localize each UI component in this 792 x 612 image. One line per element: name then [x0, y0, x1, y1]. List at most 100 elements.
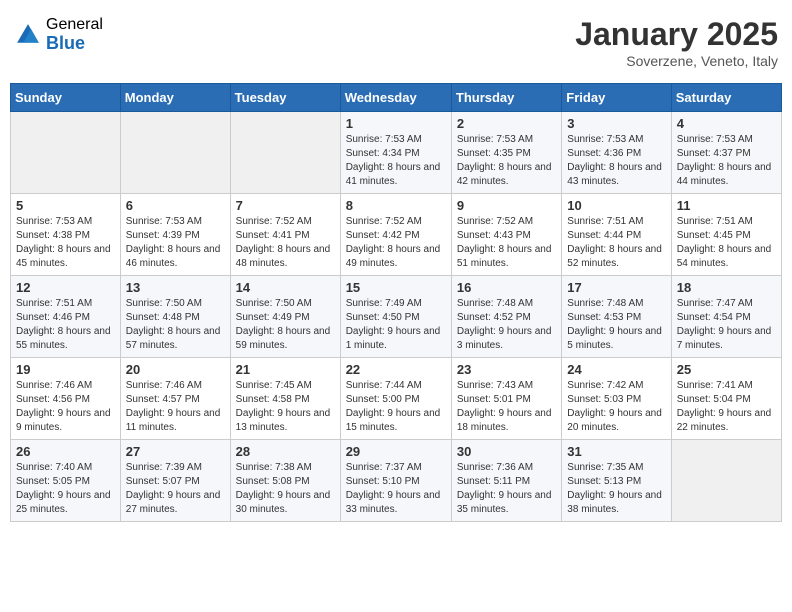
calendar-cell: 14 Sunrise: 7:50 AM Sunset: 4:49 PM Dayli…	[230, 276, 340, 358]
calendar-cell: 11 Sunrise: 7:51 AM Sunset: 4:45 PM Dayli…	[671, 194, 781, 276]
calendar-header: SundayMondayTuesdayWednesdayThursdayFrid…	[11, 84, 782, 112]
day-info: Sunrise: 7:39 AM Sunset: 5:07 PM Dayligh…	[126, 461, 225, 517]
day-number: 9	[457, 198, 556, 213]
location: Soverzene, Veneto, Italy	[575, 53, 778, 69]
day-number: 6	[126, 198, 225, 213]
day-number: 2	[457, 116, 556, 131]
day-info: Sunrise: 7:50 AM Sunset: 4:48 PM Dayligh…	[126, 297, 225, 353]
day-number: 11	[677, 198, 776, 213]
calendar-cell: 17 Sunrise: 7:48 AM Sunset: 4:53 PM Dayli…	[562, 276, 671, 358]
day-number: 8	[346, 198, 446, 213]
calendar-cell: 26Sunrise: 7:40 AM Sunset: 5:05 PM Dayli…	[11, 440, 121, 522]
day-number: 17	[567, 280, 665, 295]
calendar-cell: 24 Sunrise: 7:42 AM Sunset: 5:03 PM Dayli…	[562, 358, 671, 440]
day-number: 19	[16, 362, 115, 377]
logo: General Blue	[14, 16, 103, 53]
day-number: 12	[16, 280, 115, 295]
calendar-cell: 15 Sunrise: 7:49 AM Sunset: 4:50 PM Dayli…	[340, 276, 451, 358]
day-number: 14	[236, 280, 335, 295]
day-info: Sunrise: 7:46 AM Sunset: 4:57 PM Dayligh…	[126, 379, 225, 435]
day-number: 1	[346, 116, 446, 131]
weekday-header: Friday	[562, 84, 671, 112]
logo-blue: Blue	[46, 34, 103, 54]
day-info: Sunrise: 7:42 AM Sunset: 5:03 PM Dayligh…	[567, 379, 665, 435]
calendar-cell: 2 Sunrise: 7:53 AM Sunset: 4:35 PM Daylig…	[451, 112, 561, 194]
day-info: Sunrise: 7:53 AM Sunset: 4:37 PM Dayligh…	[677, 133, 776, 189]
calendar-cell: 13 Sunrise: 7:50 AM Sunset: 4:48 PM Dayli…	[120, 276, 230, 358]
calendar-cell: 8 Sunrise: 7:52 AM Sunset: 4:42 PM Daylig…	[340, 194, 451, 276]
logo-general: General	[46, 16, 103, 34]
day-info: Sunrise: 7:43 AM Sunset: 5:01 PM Dayligh…	[457, 379, 556, 435]
day-number: 15	[346, 280, 446, 295]
calendar-cell	[671, 440, 781, 522]
day-info: Sunrise: 7:49 AM Sunset: 4:50 PM Dayligh…	[346, 297, 446, 353]
day-number: 21	[236, 362, 335, 377]
calendar-cell: 20 Sunrise: 7:46 AM Sunset: 4:57 PM Dayli…	[120, 358, 230, 440]
day-number: 23	[457, 362, 556, 377]
day-number: 27	[126, 444, 225, 459]
day-number: 29	[346, 444, 446, 459]
day-info: Sunrise: 7:52 AM Sunset: 4:43 PM Dayligh…	[457, 215, 556, 271]
day-info: Sunrise: 7:48 AM Sunset: 4:52 PM Dayligh…	[457, 297, 556, 353]
day-info: Sunrise: 7:38 AM Sunset: 5:08 PM Dayligh…	[236, 461, 335, 517]
day-number: 25	[677, 362, 776, 377]
calendar-cell: 1 Sunrise: 7:53 AM Sunset: 4:34 PM Daylig…	[340, 112, 451, 194]
month-title: January 2025	[575, 16, 778, 53]
calendar-cell: 10 Sunrise: 7:51 AM Sunset: 4:44 PM Dayli…	[562, 194, 671, 276]
calendar-cell: 12Sunrise: 7:51 AM Sunset: 4:46 PM Dayli…	[11, 276, 121, 358]
day-info: Sunrise: 7:35 AM Sunset: 5:13 PM Dayligh…	[567, 461, 665, 517]
day-number: 31	[567, 444, 665, 459]
day-info: Sunrise: 7:40 AM Sunset: 5:05 PM Dayligh…	[16, 461, 115, 517]
calendar-cell: 27 Sunrise: 7:39 AM Sunset: 5:07 PM Dayli…	[120, 440, 230, 522]
calendar-cell	[230, 112, 340, 194]
day-number: 16	[457, 280, 556, 295]
day-number: 18	[677, 280, 776, 295]
logo-icon	[14, 21, 42, 49]
calendar-cell: 5 Sunrise: 7:53 AM Sunset: 4:38 PM Daylig…	[11, 194, 121, 276]
calendar-week-row: 12Sunrise: 7:51 AM Sunset: 4:46 PM Dayli…	[11, 276, 782, 358]
day-number: 3	[567, 116, 665, 131]
title-section: January 2025 Soverzene, Veneto, Italy	[575, 16, 778, 69]
day-info: Sunrise: 7:53 AM Sunset: 4:34 PM Dayligh…	[346, 133, 446, 189]
logo-text: General Blue	[46, 16, 103, 53]
day-number: 10	[567, 198, 665, 213]
day-info: Sunrise: 7:51 AM Sunset: 4:45 PM Dayligh…	[677, 215, 776, 271]
calendar-week-row: 1 Sunrise: 7:53 AM Sunset: 4:34 PM Daylig…	[11, 112, 782, 194]
day-number: 5	[16, 198, 115, 213]
day-info: Sunrise: 7:46 AM Sunset: 4:56 PM Dayligh…	[16, 379, 115, 435]
day-info: Sunrise: 7:53 AM Sunset: 4:38 PM Dayligh…	[16, 215, 115, 271]
calendar-cell: 9 Sunrise: 7:52 AM Sunset: 4:43 PM Daylig…	[451, 194, 561, 276]
day-number: 7	[236, 198, 335, 213]
day-info: Sunrise: 7:48 AM Sunset: 4:53 PM Dayligh…	[567, 297, 665, 353]
weekday-header: Monday	[120, 84, 230, 112]
day-info: Sunrise: 7:53 AM Sunset: 4:36 PM Dayligh…	[567, 133, 665, 189]
calendar-cell: 23 Sunrise: 7:43 AM Sunset: 5:01 PM Dayli…	[451, 358, 561, 440]
calendar-cell: 19 Sunrise: 7:46 AM Sunset: 4:56 PM Dayli…	[11, 358, 121, 440]
day-number: 22	[346, 362, 446, 377]
day-info: Sunrise: 7:47 AM Sunset: 4:54 PM Dayligh…	[677, 297, 776, 353]
weekday-header: Thursday	[451, 84, 561, 112]
day-info: Sunrise: 7:53 AM Sunset: 4:39 PM Dayligh…	[126, 215, 225, 271]
day-info: Sunrise: 7:50 AM Sunset: 4:49 PM Dayligh…	[236, 297, 335, 353]
weekday-header: Sunday	[11, 84, 121, 112]
day-number: 24	[567, 362, 665, 377]
day-info: Sunrise: 7:37 AM Sunset: 5:10 PM Dayligh…	[346, 461, 446, 517]
calendar-cell: 18 Sunrise: 7:47 AM Sunset: 4:54 PM Dayli…	[671, 276, 781, 358]
day-info: Sunrise: 7:36 AM Sunset: 5:11 PM Dayligh…	[457, 461, 556, 517]
day-info: Sunrise: 7:44 AM Sunset: 5:00 PM Dayligh…	[346, 379, 446, 435]
weekday-header: Tuesday	[230, 84, 340, 112]
day-info: Sunrise: 7:41 AM Sunset: 5:04 PM Dayligh…	[677, 379, 776, 435]
calendar-cell: 22 Sunrise: 7:44 AM Sunset: 5:00 PM Dayli…	[340, 358, 451, 440]
day-info: Sunrise: 7:51 AM Sunset: 4:44 PM Dayligh…	[567, 215, 665, 271]
day-info: Sunrise: 7:53 AM Sunset: 4:35 PM Dayligh…	[457, 133, 556, 189]
calendar-cell: 31 Sunrise: 7:35 AM Sunset: 5:13 PM Dayli…	[562, 440, 671, 522]
day-number: 20	[126, 362, 225, 377]
day-number: 13	[126, 280, 225, 295]
calendar-cell: 30Sunrise: 7:36 AM Sunset: 5:11 PM Dayli…	[451, 440, 561, 522]
calendar-week-row: 26Sunrise: 7:40 AM Sunset: 5:05 PM Dayli…	[11, 440, 782, 522]
day-info: Sunrise: 7:52 AM Sunset: 4:42 PM Dayligh…	[346, 215, 446, 271]
calendar-cell: 25 Sunrise: 7:41 AM Sunset: 5:04 PM Dayli…	[671, 358, 781, 440]
calendar-cell: 4Sunrise: 7:53 AM Sunset: 4:37 PM Daylig…	[671, 112, 781, 194]
day-number: 28	[236, 444, 335, 459]
calendar-cell: 7Sunrise: 7:52 AM Sunset: 4:41 PM Daylig…	[230, 194, 340, 276]
